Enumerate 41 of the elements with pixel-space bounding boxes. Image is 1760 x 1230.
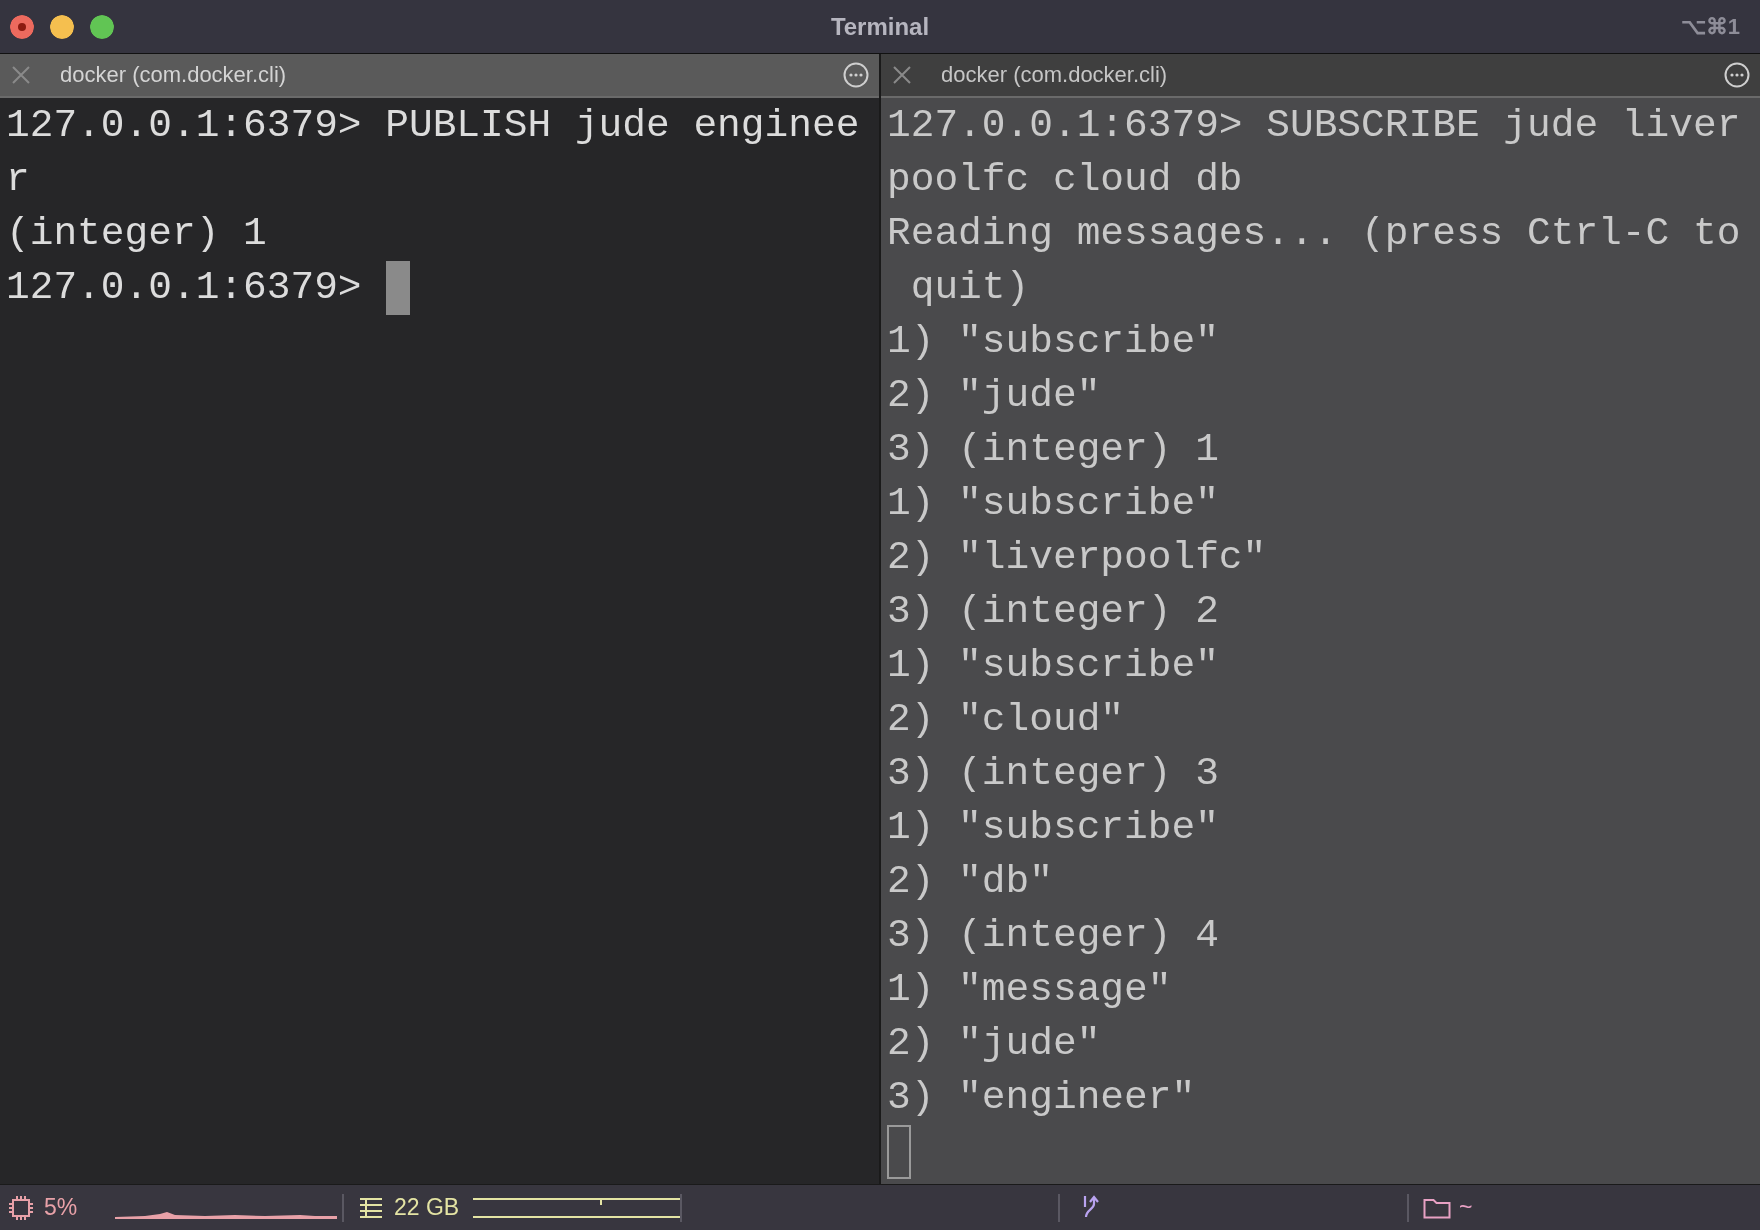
directory-path: ~ <box>1459 1194 1473 1221</box>
memory-icon <box>358 1196 384 1219</box>
terminal-line: 2) "db" <box>887 858 1053 906</box>
terminal-line: 3) (integer) 3 <box>887 750 1219 798</box>
folder-icon <box>1423 1196 1451 1219</box>
text-cursor <box>385 261 410 315</box>
text-cursor <box>887 1125 911 1179</box>
terminal-line: 2) "cloud" <box>887 696 1125 744</box>
more-options-icon[interactable] <box>843 62 869 88</box>
cpu-usage: 5% <box>44 1194 78 1221</box>
terminal-line: Reading messages... (press Ctrl-C to <box>887 210 1741 258</box>
terminal-tab[interactable]: docker (com.docker.cli) <box>881 54 1760 98</box>
memory-usage: 22 GB <box>394 1194 460 1221</box>
terminal-line: 1) "subscribe" <box>887 804 1219 852</box>
terminal-line: 127.0.0.1:6379> PUBLISH jude enginee <box>6 102 860 150</box>
terminal-line: 3) (integer) 4 <box>887 912 1219 960</box>
close-button[interactable] <box>10 14 34 39</box>
terminal-line: 2) "liverpoolfc" <box>887 534 1267 582</box>
terminal-tab[interactable]: docker (com.docker.cli) <box>0 54 879 98</box>
terminal-line: (integer) 1 <box>6 210 267 258</box>
terminal-line: 127.0.0.1:6379> <box>6 264 362 312</box>
terminal-line: 3) (integer) 2 <box>887 588 1219 636</box>
terminal-line: poolfc cloud db <box>887 156 1243 204</box>
terminal-line: 1) "subscribe" <box>887 318 1219 366</box>
terminal-line: 1) "message" <box>887 966 1172 1014</box>
keyboard-shortcut: ⌥⌘1 <box>1680 13 1740 40</box>
terminal-line: 2) "jude" <box>887 1020 1101 1068</box>
terminal-line: r <box>6 156 30 204</box>
close-icon[interactable] <box>891 64 913 86</box>
terminal-line: 127.0.0.1:6379> SUBSCRIBE jude liver <box>887 102 1741 150</box>
zoom-button[interactable] <box>90 14 114 39</box>
more-options-icon[interactable] <box>1724 62 1750 88</box>
minimize-button[interactable] <box>50 14 74 39</box>
terminal-line: 1) "subscribe" <box>887 642 1219 690</box>
cpu-icon <box>8 1194 34 1221</box>
terminal-line: 3) (integer) 1 <box>887 426 1219 474</box>
terminal-line: 1) "subscribe" <box>887 480 1219 528</box>
window-title: Terminal <box>830 12 930 40</box>
terminal-line: quit) <box>909 264 1030 312</box>
terminal-line: 2) "jude" <box>887 372 1101 420</box>
terminal-line: 3) "engineer" <box>887 1074 1196 1122</box>
